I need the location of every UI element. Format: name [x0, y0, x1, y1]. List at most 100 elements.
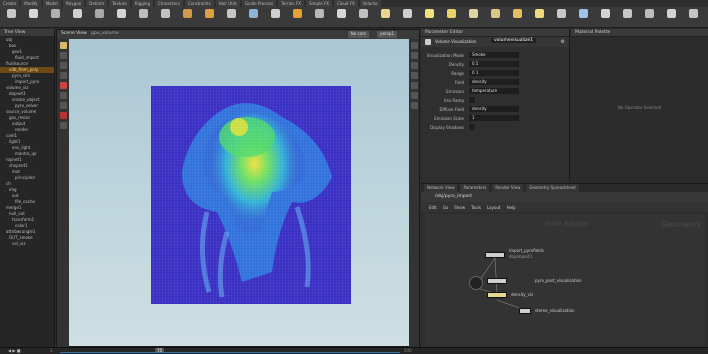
network-canvas[interactable]: Indie Edition Geometry import_pyrofields…: [425, 214, 705, 346]
network-menu-item[interactable]: Tools: [471, 205, 481, 210]
network-tab[interactable]: Parameters: [460, 184, 490, 192]
param-field[interactable]: [469, 124, 475, 130]
rightpane-tab[interactable]: Material Palette: [571, 29, 708, 37]
shelf-tab[interactable]: Texture: [109, 0, 130, 7]
shelf-tab[interactable]: Deform: [86, 0, 108, 7]
shelf-tab[interactable]: Simple FX: [306, 0, 332, 7]
shelf-tool-button[interactable]: [290, 9, 304, 18]
magnet-icon[interactable]: [59, 112, 67, 119]
network-menu-item[interactable]: Layout: [487, 205, 501, 210]
network-menu-item[interactable]: Show: [454, 205, 465, 210]
shelf-tool-button[interactable]: [334, 9, 348, 18]
tree-row[interactable]: vel_viz: [0, 241, 54, 247]
node-radial-menu[interactable]: [469, 276, 483, 290]
shelf-tool-button[interactable]: [598, 9, 612, 18]
shelf-tool-button[interactable]: [532, 9, 546, 18]
display-options-icon[interactable]: [410, 42, 418, 49]
shelf-tool-button[interactable]: [576, 9, 590, 18]
shelf-tool-button[interactable]: [224, 9, 238, 18]
handle-tool-icon[interactable]: [59, 82, 67, 89]
display-menu[interactable]: No cam: [347, 31, 369, 38]
timeline-bar[interactable]: ◀ ▶ ■ 1 75 240: [0, 347, 708, 354]
shelf-tool-button[interactable]: [510, 9, 524, 18]
node-import-pyrofields[interactable]: [485, 252, 505, 258]
viewport-tab[interactable]: Scene View: [61, 31, 87, 36]
scale-tool-icon[interactable]: [59, 72, 67, 79]
shelf-tab[interactable]: Characters: [154, 0, 183, 7]
camera-menu[interactable]: persp1: [377, 31, 397, 38]
shelf-tab[interactable]: Create: [0, 0, 20, 7]
shelf-tool-button[interactable]: [686, 9, 700, 18]
param-field[interactable]: 1: [469, 115, 519, 121]
shaded-icon[interactable]: [410, 62, 418, 69]
shelf-tool-button[interactable]: [114, 9, 128, 18]
shelf-tool-button[interactable]: [246, 9, 260, 18]
shelf-tool-button[interactable]: [92, 9, 106, 18]
select-tool-icon[interactable]: [59, 42, 67, 49]
param-field[interactable]: temperature: [469, 88, 519, 94]
shelf-tool-button[interactable]: [202, 9, 216, 18]
shelf-tool-button[interactable]: [356, 9, 370, 18]
points-icon[interactable]: [410, 92, 418, 99]
play-controls-icon[interactable]: ◀ ▶ ■: [8, 348, 20, 353]
node-stereo-visualization[interactable]: [519, 308, 531, 314]
shelf-tool-button[interactable]: [26, 9, 40, 18]
shelf-tool-button[interactable]: [136, 9, 150, 18]
node-volumevisualize1[interactable]: [487, 292, 507, 298]
shelf-tool-button[interactable]: [312, 9, 326, 18]
shelf-tool-button[interactable]: [400, 9, 414, 18]
shelf-tab[interactable]: Constraints: [184, 0, 214, 7]
shelf-tool-button[interactable]: [642, 9, 656, 18]
shelf-tab[interactable]: Model: [42, 0, 61, 7]
param-field[interactable]: density: [469, 106, 519, 112]
network-menu-item[interactable]: Help: [507, 205, 516, 210]
shelf-tool-button[interactable]: [620, 9, 634, 18]
network-menu-item[interactable]: Go: [443, 205, 449, 210]
shelf-tool-button[interactable]: [48, 9, 62, 18]
snap-icon[interactable]: [59, 122, 67, 129]
shelf-tab[interactable]: Cloud FX: [334, 0, 358, 7]
network-tab[interactable]: Geometry Spreadsheet: [526, 184, 579, 192]
shelf-tool-button[interactable]: [466, 9, 480, 18]
network-tab[interactable]: Network View: [424, 184, 458, 192]
shelf-tab[interactable]: Guide Process: [241, 0, 277, 7]
shelf-tool-button[interactable]: [422, 9, 436, 18]
param-field[interactable]: density: [469, 79, 519, 85]
shelf-tool-button[interactable]: [488, 9, 502, 18]
lighting-icon[interactable]: [410, 72, 418, 79]
param-field[interactable]: 0 1: [469, 70, 519, 76]
shelf-tool-button[interactable]: [158, 9, 172, 18]
move-tool-icon[interactable]: [59, 52, 67, 59]
param-field[interactable]: [469, 97, 475, 103]
shelf-tab[interactable]: Modify: [21, 0, 41, 7]
normals-icon[interactable]: [410, 102, 418, 109]
shelf-tool-button[interactable]: [268, 9, 282, 18]
node-pyro-post-visualization[interactable]: [487, 278, 507, 284]
shelf-tool-button[interactable]: [554, 9, 568, 18]
view-tool-icon[interactable]: [59, 102, 67, 109]
rotate-tool-icon[interactable]: [59, 62, 67, 69]
network-menu-item[interactable]: Edit: [429, 205, 437, 210]
wireframe-icon[interactable]: [410, 52, 418, 59]
shelf-tool-button[interactable]: [444, 9, 458, 18]
scene-viewport[interactable]: Scene View gpu_volume persp1 No cam: [56, 29, 420, 348]
ghost-icon[interactable]: [410, 82, 418, 89]
network-path[interactable]: /obj/pyro_import: [435, 194, 472, 199]
shelf-tab[interactable]: Terrain FX: [278, 0, 305, 7]
shelf-tool-button[interactable]: [664, 9, 678, 18]
node-name-field[interactable]: volumevisualize1: [491, 38, 537, 43]
shelf-tool-button[interactable]: [180, 9, 194, 18]
param-field[interactable]: 0.5: [469, 61, 519, 67]
network-tab[interactable]: Render View: [492, 184, 524, 192]
shelf-tool-button[interactable]: [378, 9, 392, 18]
shelf-tool-button[interactable]: [4, 9, 18, 18]
params-tab[interactable]: Parameter Editor: [421, 29, 569, 37]
param-field[interactable]: Smoke: [469, 52, 519, 58]
gear-icon[interactable]: ⚙: [561, 39, 565, 45]
shelf-tab[interactable]: Rigging: [131, 0, 153, 7]
pose-tool-icon[interactable]: [59, 92, 67, 99]
shelf-tool-button[interactable]: [70, 9, 84, 18]
shelf-tab[interactable]: Volume: [359, 0, 381, 7]
shelf-tab[interactable]: Polygon: [62, 0, 85, 7]
shelf-tab[interactable]: Hair Utils: [215, 0, 240, 7]
